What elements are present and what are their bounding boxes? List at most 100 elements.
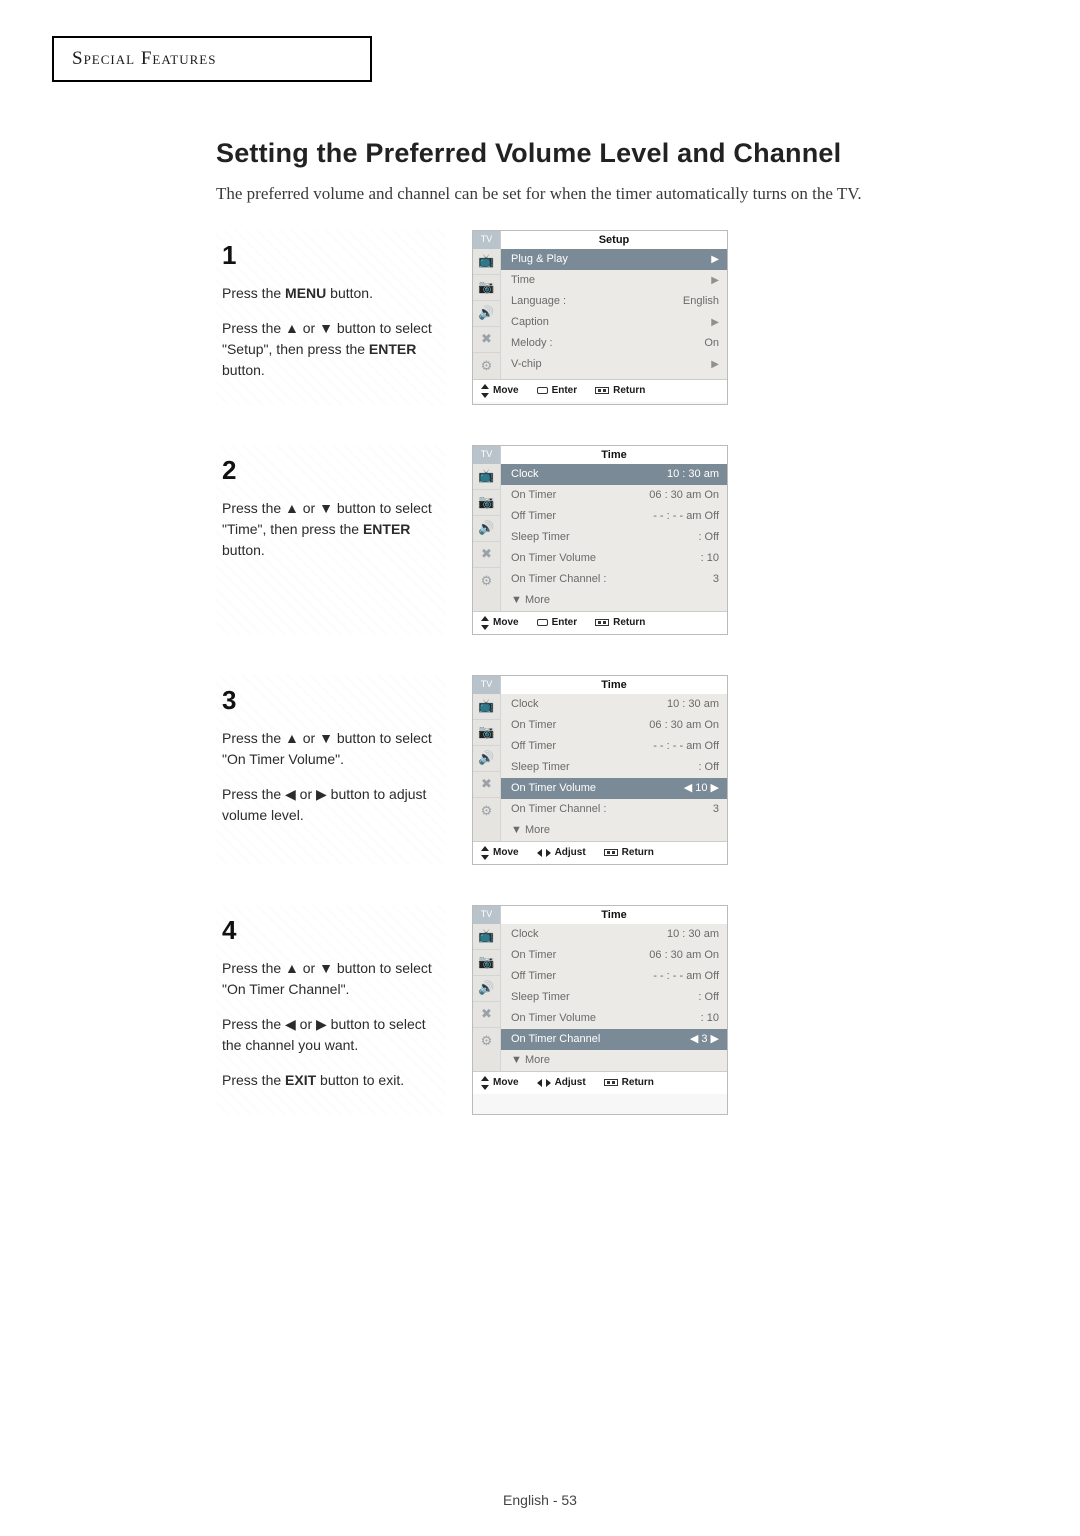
up-down-icon (481, 846, 489, 860)
up-down-icon (481, 1076, 489, 1090)
osd-row-value: ▶ (707, 359, 719, 370)
step-instruction: Press the ▲ or ▼ button to select "Time"… (222, 498, 440, 561)
osd-category-icon: ✖ (473, 327, 500, 353)
footer-return: Return (595, 617, 645, 628)
osd-list: Plug & Play▶Time▶Language :EnglishCaptio… (501, 249, 727, 379)
osd-row-label: On Timer Volume (511, 1013, 596, 1024)
osd-row-label: Plug & Play (511, 254, 568, 265)
osd-row-value: : Off (698, 532, 719, 543)
osd-row-label: On Timer Volume (511, 553, 596, 564)
osd-row-label: On Timer Channel (511, 1034, 600, 1045)
step-instruction: Press the ◀ or ▶ button to adjust volume… (222, 784, 440, 826)
osd-row-label: Melody : (511, 338, 553, 349)
osd-row: Melody : On (501, 333, 727, 354)
osd-row-label: Caption (511, 317, 549, 328)
osd-row: ▼ More (501, 590, 727, 611)
osd-footer: Move Adjust Return (473, 841, 727, 864)
content: Setting the Preferred Volume Level and C… (216, 138, 936, 1115)
tv-icon: TV (473, 906, 501, 924)
osd-row-value: - - : - - am Off (653, 741, 719, 752)
osd-menu: TVTime📺📷🔊✖⚙Clock10 : 30 amOn Timer06 : 3… (472, 675, 728, 865)
osd-category-icon: 📷 (473, 720, 500, 746)
step-instruction: Press the EXIT button to exit. (222, 1070, 440, 1091)
osd-row: On Timer Channel : 3 (501, 569, 727, 590)
osd-row-label: Off Timer (511, 741, 556, 752)
osd-menu: TVSetup📺📷🔊✖⚙Plug & Play▶Time▶Language :E… (472, 230, 728, 405)
osd-row-label: On Timer (511, 490, 556, 501)
osd-row: Clock10 : 30 am (501, 924, 727, 945)
osd-row-label: Sleep Timer (511, 992, 570, 1003)
osd-row-label: Time (511, 275, 535, 286)
osd-row-value: - - : - - am Off (653, 511, 719, 522)
osd-row-value: 06 : 30 am On (649, 490, 719, 501)
section-header-box: Special Features (52, 36, 372, 82)
osd-row-value: : 10 (701, 1013, 719, 1024)
osd-row-label: Sleep Timer (511, 532, 570, 543)
osd-category-icon: ✖ (473, 772, 500, 798)
footer-move: Move (481, 1076, 519, 1090)
osd-category-icon: 📷 (473, 490, 500, 516)
footer-return: Return (595, 385, 645, 396)
osd-row: Language :English (501, 291, 727, 312)
step-row: 2 Press the ▲ or ▼ button to select "Time… (216, 445, 936, 635)
page-footer: English - 53 (0, 1492, 1080, 1508)
osd-row: Clock 10 : 30 am (501, 694, 727, 715)
osd-row-label: On Timer Channel : (511, 574, 606, 585)
osd-footer: Move Enter Return (473, 379, 727, 402)
osd-list: Clock10 : 30 amOn Timer06 : 30 am OnOff … (501, 924, 727, 1071)
step-instruction: Press the MENU button. (222, 283, 440, 304)
osd-row-label: On Timer Channel : (511, 804, 606, 815)
osd-footer: Move Enter Return (473, 611, 727, 634)
osd-row-value: ◀ 3 ▶ (690, 1034, 719, 1045)
return-icon (595, 619, 609, 626)
osd-row-value: 10 : 30 am (667, 929, 719, 940)
osd-row-value: ◀ 10 ▶ (684, 783, 719, 794)
osd-row-label: ▼ More (511, 595, 550, 606)
osd-icon-column: 📺📷🔊✖⚙ (473, 249, 501, 379)
up-down-icon (481, 384, 489, 398)
section-header: Special Features (72, 48, 216, 69)
osd-row: On Timer Channel : 3 (501, 799, 727, 820)
osd-row-value: 10 : 30 am (667, 469, 719, 480)
osd-row: On Timer Channel ◀ 3 ▶ (501, 1029, 727, 1050)
osd-row: On Timer Volume◀ 10 ▶ (501, 778, 727, 799)
osd-row-value: 10 : 30 am (667, 699, 719, 710)
step-text: 2 Press the ▲ or ▼ button to select "Time… (216, 445, 446, 635)
step-number: 1 (222, 236, 440, 275)
step-number: 2 (222, 451, 440, 490)
osd-row-label: On Timer (511, 720, 556, 731)
osd-category-icon: 🔊 (473, 746, 500, 772)
arrow-right-icon: ▶ (707, 359, 719, 370)
osd-category-icon: 🔊 (473, 516, 500, 542)
osd-row: Plug & Play▶ (501, 249, 727, 270)
step-instruction: Press the ▲ or ▼ button to select "Setup… (222, 318, 440, 381)
osd-row: Sleep Timer: Off (501, 757, 727, 778)
footer-move: Move (481, 846, 519, 860)
osd-row-value: 3 (713, 574, 719, 585)
osd-row-value: 3 (713, 804, 719, 815)
osd-row-value: - - : - - am Off (653, 971, 719, 982)
osd-row-value: ▶ (707, 317, 719, 328)
osd-row: On Timer Volume : 10 (501, 1008, 727, 1029)
osd-row: On Timer06 : 30 am On (501, 715, 727, 736)
osd-row-value: On (704, 338, 719, 349)
osd-category-icon: ⚙ (473, 568, 500, 594)
osd-row-value: : 10 (701, 553, 719, 564)
osd-row-label: Clock (511, 699, 539, 710)
osd-row-value: 06 : 30 am On (649, 950, 719, 961)
osd-row: V-chip▶ (501, 354, 727, 375)
left-right-icon (537, 1079, 551, 1087)
osd-list: Clock 10 : 30 am On Timer06 : 30 am On Off … (501, 694, 727, 841)
tv-icon: TV (473, 231, 501, 249)
osd-category-icon: ✖ (473, 1002, 500, 1028)
footer-move: Move (481, 616, 519, 630)
osd-row: Off Timer- - : - - am Off (501, 966, 727, 987)
osd-row: Off Timer- - : - - am Off (501, 506, 727, 527)
footer-move: Move (481, 384, 519, 398)
osd-title: Time (501, 446, 727, 464)
osd-footer: Move Adjust Return (473, 1071, 727, 1094)
osd-row: Time ▶ (501, 270, 727, 291)
osd-row-value: ▶ (707, 275, 719, 286)
footer-enter: Enter (537, 617, 578, 628)
step-number: 4 (222, 911, 440, 950)
